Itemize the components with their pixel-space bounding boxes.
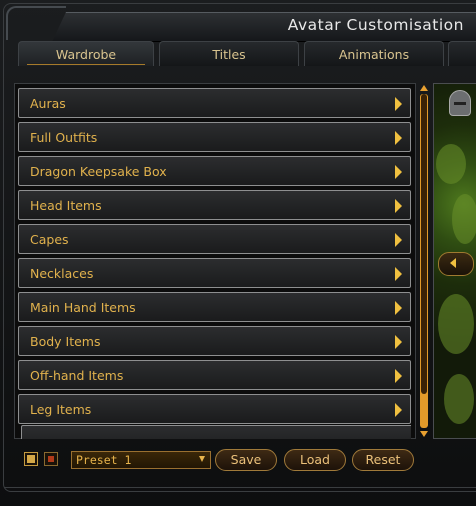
chevron-right-icon <box>395 97 402 111</box>
list-item-body-items[interactable]: Body Items <box>18 326 411 356</box>
tab-bar: Wardrobe Titles Animations <box>14 41 476 67</box>
foliage <box>444 374 474 424</box>
list-item-auras[interactable]: Auras <box>18 88 411 118</box>
save-button[interactable]: Save <box>215 449 277 471</box>
tab-wardrobe[interactable]: Wardrobe <box>18 41 154 66</box>
foliage <box>438 294 474 354</box>
tab-label: Wardrobe <box>55 47 117 62</box>
list-item-label: Head Items <box>30 198 102 213</box>
list-item-label: Dragon Keepsake Box <box>30 164 167 179</box>
chevron-right-icon <box>395 233 402 247</box>
list-item-off-hand-items[interactable]: Off-hand Items <box>18 360 411 390</box>
chevron-right-icon <box>395 335 402 349</box>
avatar-preview <box>433 83 476 439</box>
list-item-label: Necklaces <box>30 266 94 281</box>
list-item-partial <box>18 425 411 439</box>
list-item-necklaces[interactable]: Necklaces <box>18 258 411 288</box>
list-item-capes[interactable]: Capes <box>18 224 411 254</box>
list-item-next[interactable] <box>21 425 411 439</box>
tab-animations[interactable]: Animations <box>304 41 444 66</box>
title-bar: Avatar Customisation <box>52 12 476 42</box>
preset-selected-value: Preset 1 <box>76 453 132 467</box>
list-item-label: Leg Items <box>30 402 92 417</box>
list-item-dragon-keepsake-box[interactable]: Dragon Keepsake Box <box>18 156 411 186</box>
reset-button[interactable]: Reset <box>352 449 414 471</box>
list-item-label: Main Hand Items <box>30 300 136 315</box>
list-item-full-outfits[interactable]: Full Outfits <box>18 122 411 152</box>
view-toggle-inner <box>27 455 35 463</box>
list-scrollbar[interactable] <box>418 83 430 439</box>
chevron-right-icon <box>395 199 402 213</box>
tab-label: Titles <box>212 47 246 62</box>
save-label: Save <box>230 452 262 467</box>
foliage <box>452 194 476 244</box>
window-title: Avatar Customisation <box>287 16 464 34</box>
load-button[interactable]: Load <box>284 449 346 471</box>
view-toggle-alt-icon[interactable] <box>44 452 58 466</box>
category-list: Auras Full Outfits Dragon Keepsake Box H… <box>14 83 416 439</box>
tab-more[interactable] <box>448 41 476 66</box>
list-item-label: Full Outfits <box>30 130 98 145</box>
list-item-main-hand-items[interactable]: Main Hand Items <box>18 292 411 322</box>
chevron-right-icon <box>395 301 402 315</box>
view-toggle-icon[interactable] <box>24 452 38 466</box>
list-item-leg-items[interactable]: Leg Items <box>18 394 411 424</box>
scroll-thumb[interactable] <box>421 94 427 394</box>
tab-titles[interactable]: Titles <box>159 41 299 66</box>
reset-label: Reset <box>365 452 401 467</box>
scroll-down-icon[interactable] <box>420 431 428 437</box>
view-toggle-inner <box>48 456 54 462</box>
list-item-head-items[interactable]: Head Items <box>18 190 411 220</box>
chevron-right-icon <box>395 131 402 145</box>
chevron-right-icon <box>395 267 402 281</box>
caret-down-icon <box>199 456 205 462</box>
tab-label: Animations <box>338 47 410 62</box>
bottom-border <box>4 484 476 488</box>
chevron-right-icon <box>395 403 402 417</box>
chevron-right-icon <box>395 369 402 383</box>
list-item-label: Body Items <box>30 334 101 349</box>
foliage <box>436 144 466 184</box>
rotate-left-button[interactable] <box>438 252 474 276</box>
list-item-label: Off-hand Items <box>30 368 124 383</box>
scroll-track[interactable] <box>420 94 428 428</box>
helmet-icon[interactable] <box>449 90 471 116</box>
list-item-label: Capes <box>30 232 69 247</box>
load-label: Load <box>300 452 330 467</box>
scroll-up-icon[interactable] <box>420 85 428 91</box>
list-item-label: Auras <box>30 96 66 111</box>
preset-dropdown[interactable]: Preset 1 <box>71 451 211 469</box>
chevron-right-icon <box>395 165 402 179</box>
